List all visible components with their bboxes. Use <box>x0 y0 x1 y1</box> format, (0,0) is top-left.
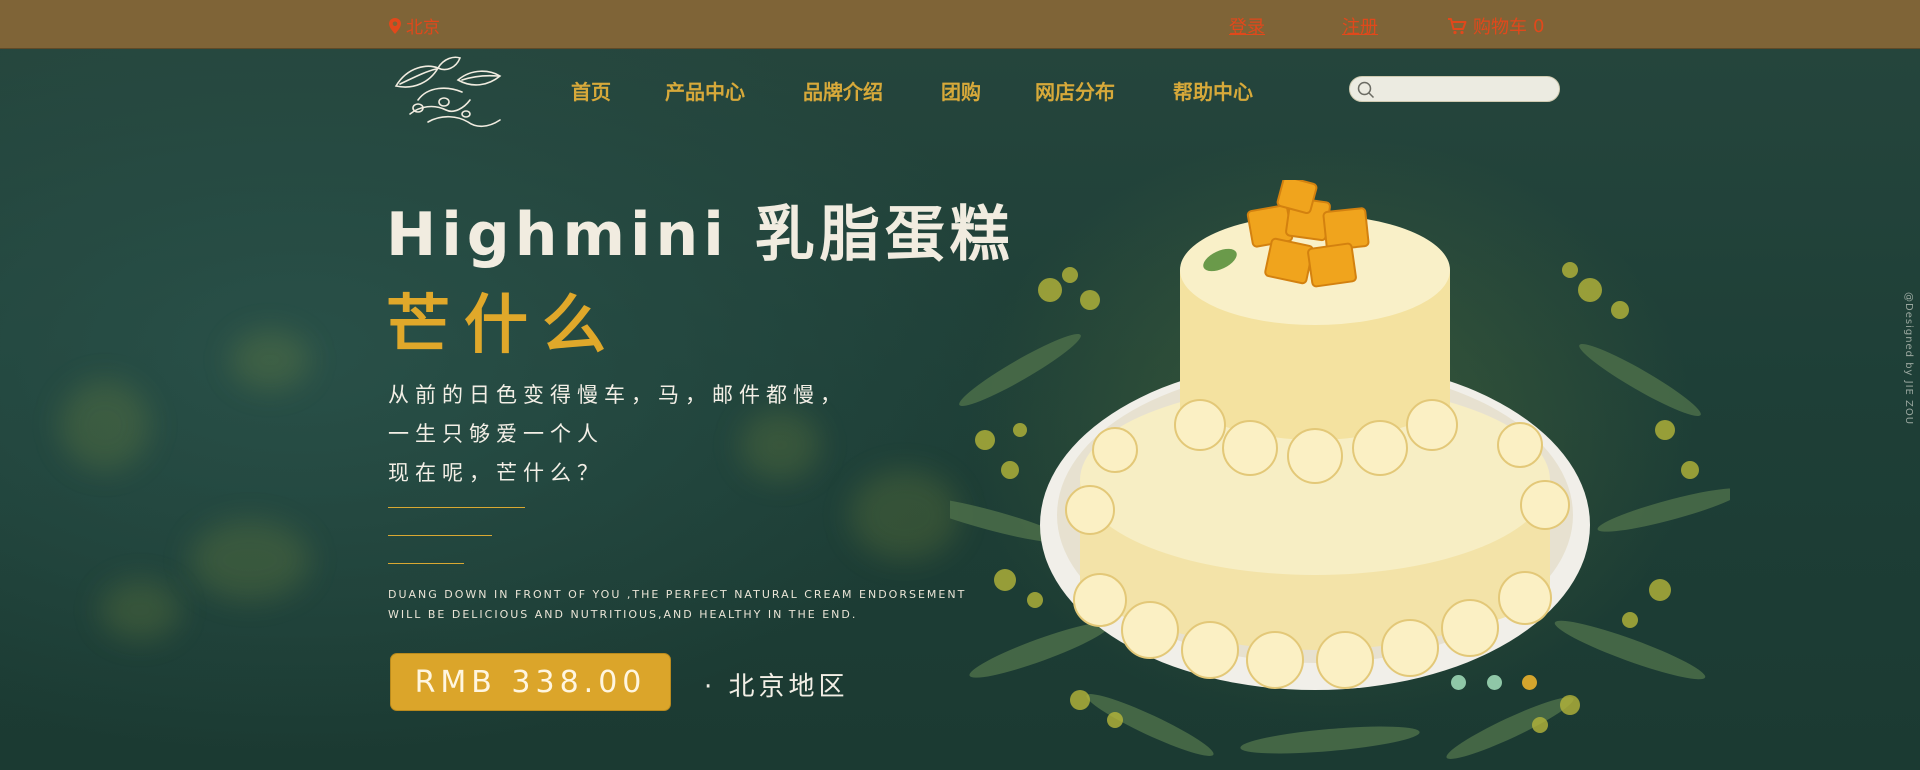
tagline-line: WILL BE DELICIOUS AND NUTRITIOUS,AND HEA… <box>388 608 858 621</box>
poem-line: 现在呢，芒什么？ <box>388 461 604 485</box>
location-label: 北京 <box>406 18 440 38</box>
nav-item-brand[interactable]: 品牌介绍 <box>803 76 883 105</box>
leaf-logo[interactable] <box>388 56 508 136</box>
location-selector[interactable]: 北京 <box>388 13 440 38</box>
cart-label: 购物车 <box>1473 17 1527 38</box>
nav-item-home[interactable]: 首页 <box>571 76 611 105</box>
register-link[interactable]: 注册 <box>1342 13 1378 39</box>
price-label: RMB 338.00 <box>414 664 647 700</box>
top-bar: 北京 登录 注册 购物车 0 <box>0 0 1920 49</box>
hero-background <box>0 0 1920 770</box>
bokeh-light <box>230 330 310 390</box>
search-icon[interactable] <box>1357 81 1375 99</box>
carousel-dot-1[interactable] <box>1451 675 1466 690</box>
bokeh-light <box>850 470 960 560</box>
bokeh-light <box>100 580 180 640</box>
cake-image <box>950 180 1730 759</box>
hero-subtitle: 芒什么 <box>386 289 620 363</box>
hero-poem: 从前的日色变得慢车，马，邮件都慢， 一生只够爱一个人 现在呢，芒什么？ <box>388 376 847 493</box>
hero-title: Highmini 乳脂蛋糕 <box>386 200 1015 270</box>
carousel-dot-2[interactable] <box>1487 675 1502 690</box>
shopping-cart-icon <box>1448 18 1467 35</box>
cart-count: 0 <box>1533 15 1545 37</box>
carousel-dot-3[interactable] <box>1522 675 1537 690</box>
designer-credit: @Designed by JIE ZOU <box>1903 292 1914 426</box>
bokeh-light <box>190 520 310 600</box>
nav-item-stores[interactable]: 网店分布 <box>1035 76 1115 105</box>
nav-item-group-buy[interactable]: 团购 <box>941 76 981 105</box>
nav-item-help[interactable]: 帮助中心 <box>1173 76 1253 105</box>
divider-line <box>388 563 464 564</box>
divider-line <box>388 507 525 508</box>
price-button[interactable]: RMB 338.00 <box>390 653 671 711</box>
nav-item-products[interactable]: 产品中心 <box>665 76 745 105</box>
tagline-line: DUANG DOWN IN FRONT OF YOU ,THE PERFECT … <box>388 588 967 601</box>
bokeh-light <box>60 380 150 470</box>
cart-button[interactable]: 购物车 0 <box>1447 13 1544 39</box>
mango-topping <box>1246 180 1370 288</box>
search-input[interactable] <box>1349 76 1560 102</box>
poem-line: 一生只够爱一个人 <box>388 422 604 446</box>
poem-line: 从前的日色变得慢车，马，邮件都慢， <box>388 383 847 407</box>
english-tagline: DUANG DOWN IN FRONT OF YOU ,THE PERFECT … <box>388 585 966 625</box>
region-label: · 北京地区 <box>704 672 849 702</box>
login-link[interactable]: 登录 <box>1229 13 1265 39</box>
divider-line <box>388 535 492 536</box>
map-pin-icon <box>389 17 401 34</box>
